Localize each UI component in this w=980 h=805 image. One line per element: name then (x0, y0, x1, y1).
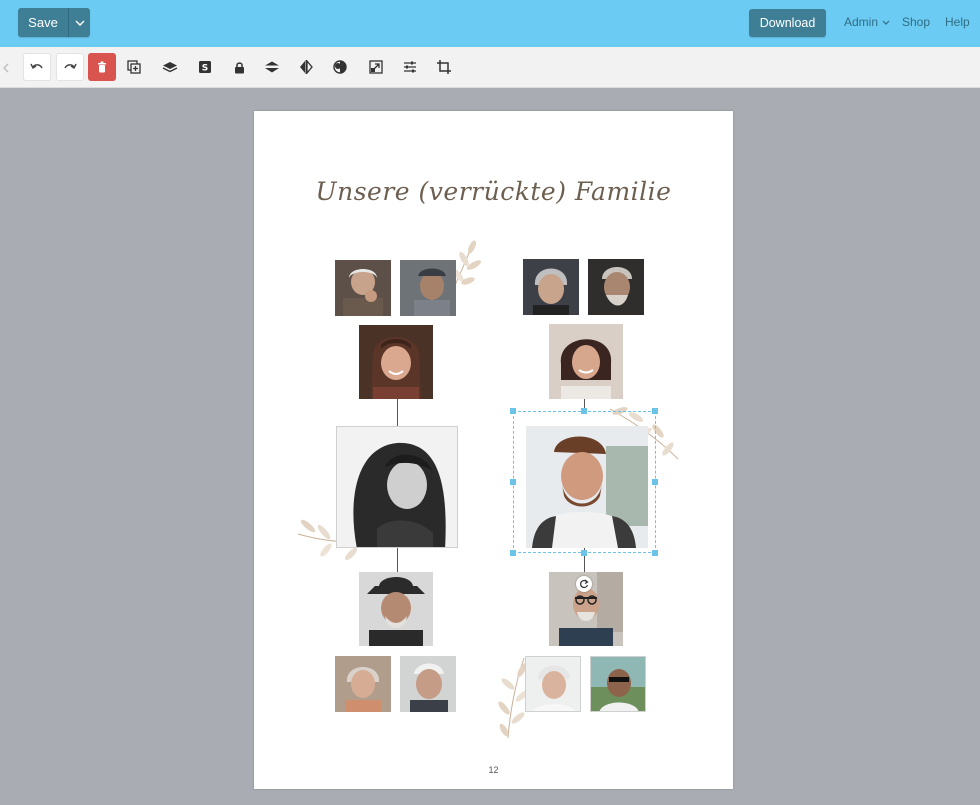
resize-handle-bottom-right[interactable] (652, 550, 658, 556)
resize-handle-top-left[interactable] (510, 408, 516, 414)
adjust-icon (404, 61, 416, 73)
editor-toolbar: S (0, 47, 980, 88)
photo-grandmother-bottom-right[interactable] (525, 656, 581, 712)
photo-grandmother-bottom-left[interactable] (335, 656, 391, 712)
save-button-group: Save (18, 8, 90, 37)
photo-grandfather-left[interactable] (400, 260, 456, 316)
connector-line (397, 399, 398, 426)
resize-handle-right[interactable] (652, 479, 658, 485)
photo-man-hat[interactable] (359, 572, 433, 646)
sticker-icon: S (199, 61, 211, 74)
nav-admin[interactable]: Admin (844, 15, 890, 29)
redo-icon (64, 63, 77, 70)
flip-button[interactable] (292, 53, 320, 81)
resize-handle-top-right[interactable] (652, 408, 658, 414)
crop-button[interactable] (430, 53, 458, 81)
save-options-chevron-icon[interactable] (69, 8, 90, 37)
connector-line (397, 547, 398, 572)
arrange-icon (265, 61, 279, 73)
rotate-handle[interactable] (576, 576, 592, 592)
photo-grandfather-bottom-right[interactable] (590, 656, 646, 712)
selection-frame (513, 411, 656, 553)
page-title[interactable]: Unsere (verrückte) Familie (254, 177, 733, 206)
top-bar: Save Download Admin Shop Help (0, 0, 980, 47)
photo-mother-right[interactable] (549, 324, 623, 399)
undo-icon (30, 63, 43, 70)
crop-icon (437, 60, 451, 74)
photo-grandfather-bottom-left[interactable] (400, 656, 456, 712)
replace-icon (369, 60, 383, 74)
delete-button[interactable] (88, 53, 116, 81)
undo-button[interactable] (23, 53, 51, 81)
photo-grandfather-right[interactable] (588, 259, 644, 315)
chevron-left-icon[interactable] (3, 60, 9, 78)
replace-button[interactable] (362, 53, 390, 81)
nav-shop[interactable]: Shop (902, 15, 930, 29)
opacity-icon (333, 60, 347, 74)
lock-button[interactable] (225, 53, 253, 81)
svg-text:S: S (202, 64, 208, 74)
resize-handle-left[interactable] (510, 479, 516, 485)
photo-grandmother-right[interactable] (523, 259, 579, 315)
redo-button[interactable] (56, 53, 84, 81)
nav-shop-label: Shop (902, 15, 931, 29)
layers-button[interactable] (156, 53, 184, 81)
resize-handle-top[interactable] (581, 408, 587, 414)
nav-help[interactable]: Help (945, 15, 970, 29)
nav-help-label: Help (945, 15, 970, 29)
download-button[interactable]: Download (749, 9, 826, 37)
photo-grandmother-left[interactable] (335, 260, 391, 316)
chevron-down-icon (882, 20, 890, 25)
duplicate-icon (127, 60, 141, 74)
arrange-button[interactable] (258, 53, 286, 81)
sticker-button[interactable]: S (191, 53, 219, 81)
photo-woman-bw[interactable] (336, 426, 458, 548)
resize-handle-bottom-left[interactable] (510, 550, 516, 556)
page-number: 12 (488, 765, 499, 775)
adjust-button[interactable] (396, 53, 424, 81)
rotate-icon (580, 579, 589, 589)
resize-handle-bottom[interactable] (581, 550, 587, 556)
save-button[interactable]: Save (18, 8, 69, 37)
nav-admin-label: Admin (844, 15, 879, 29)
trash-icon (98, 61, 106, 73)
flip-icon (300, 60, 313, 74)
duplicate-button[interactable] (120, 53, 148, 81)
opacity-button[interactable] (326, 53, 354, 81)
layers-icon (162, 62, 178, 73)
lock-icon (234, 61, 244, 73)
photo-book-page[interactable]: Unsere (verrückte) Familie 12 (254, 111, 733, 789)
photo-mother-left[interactable] (359, 325, 433, 399)
